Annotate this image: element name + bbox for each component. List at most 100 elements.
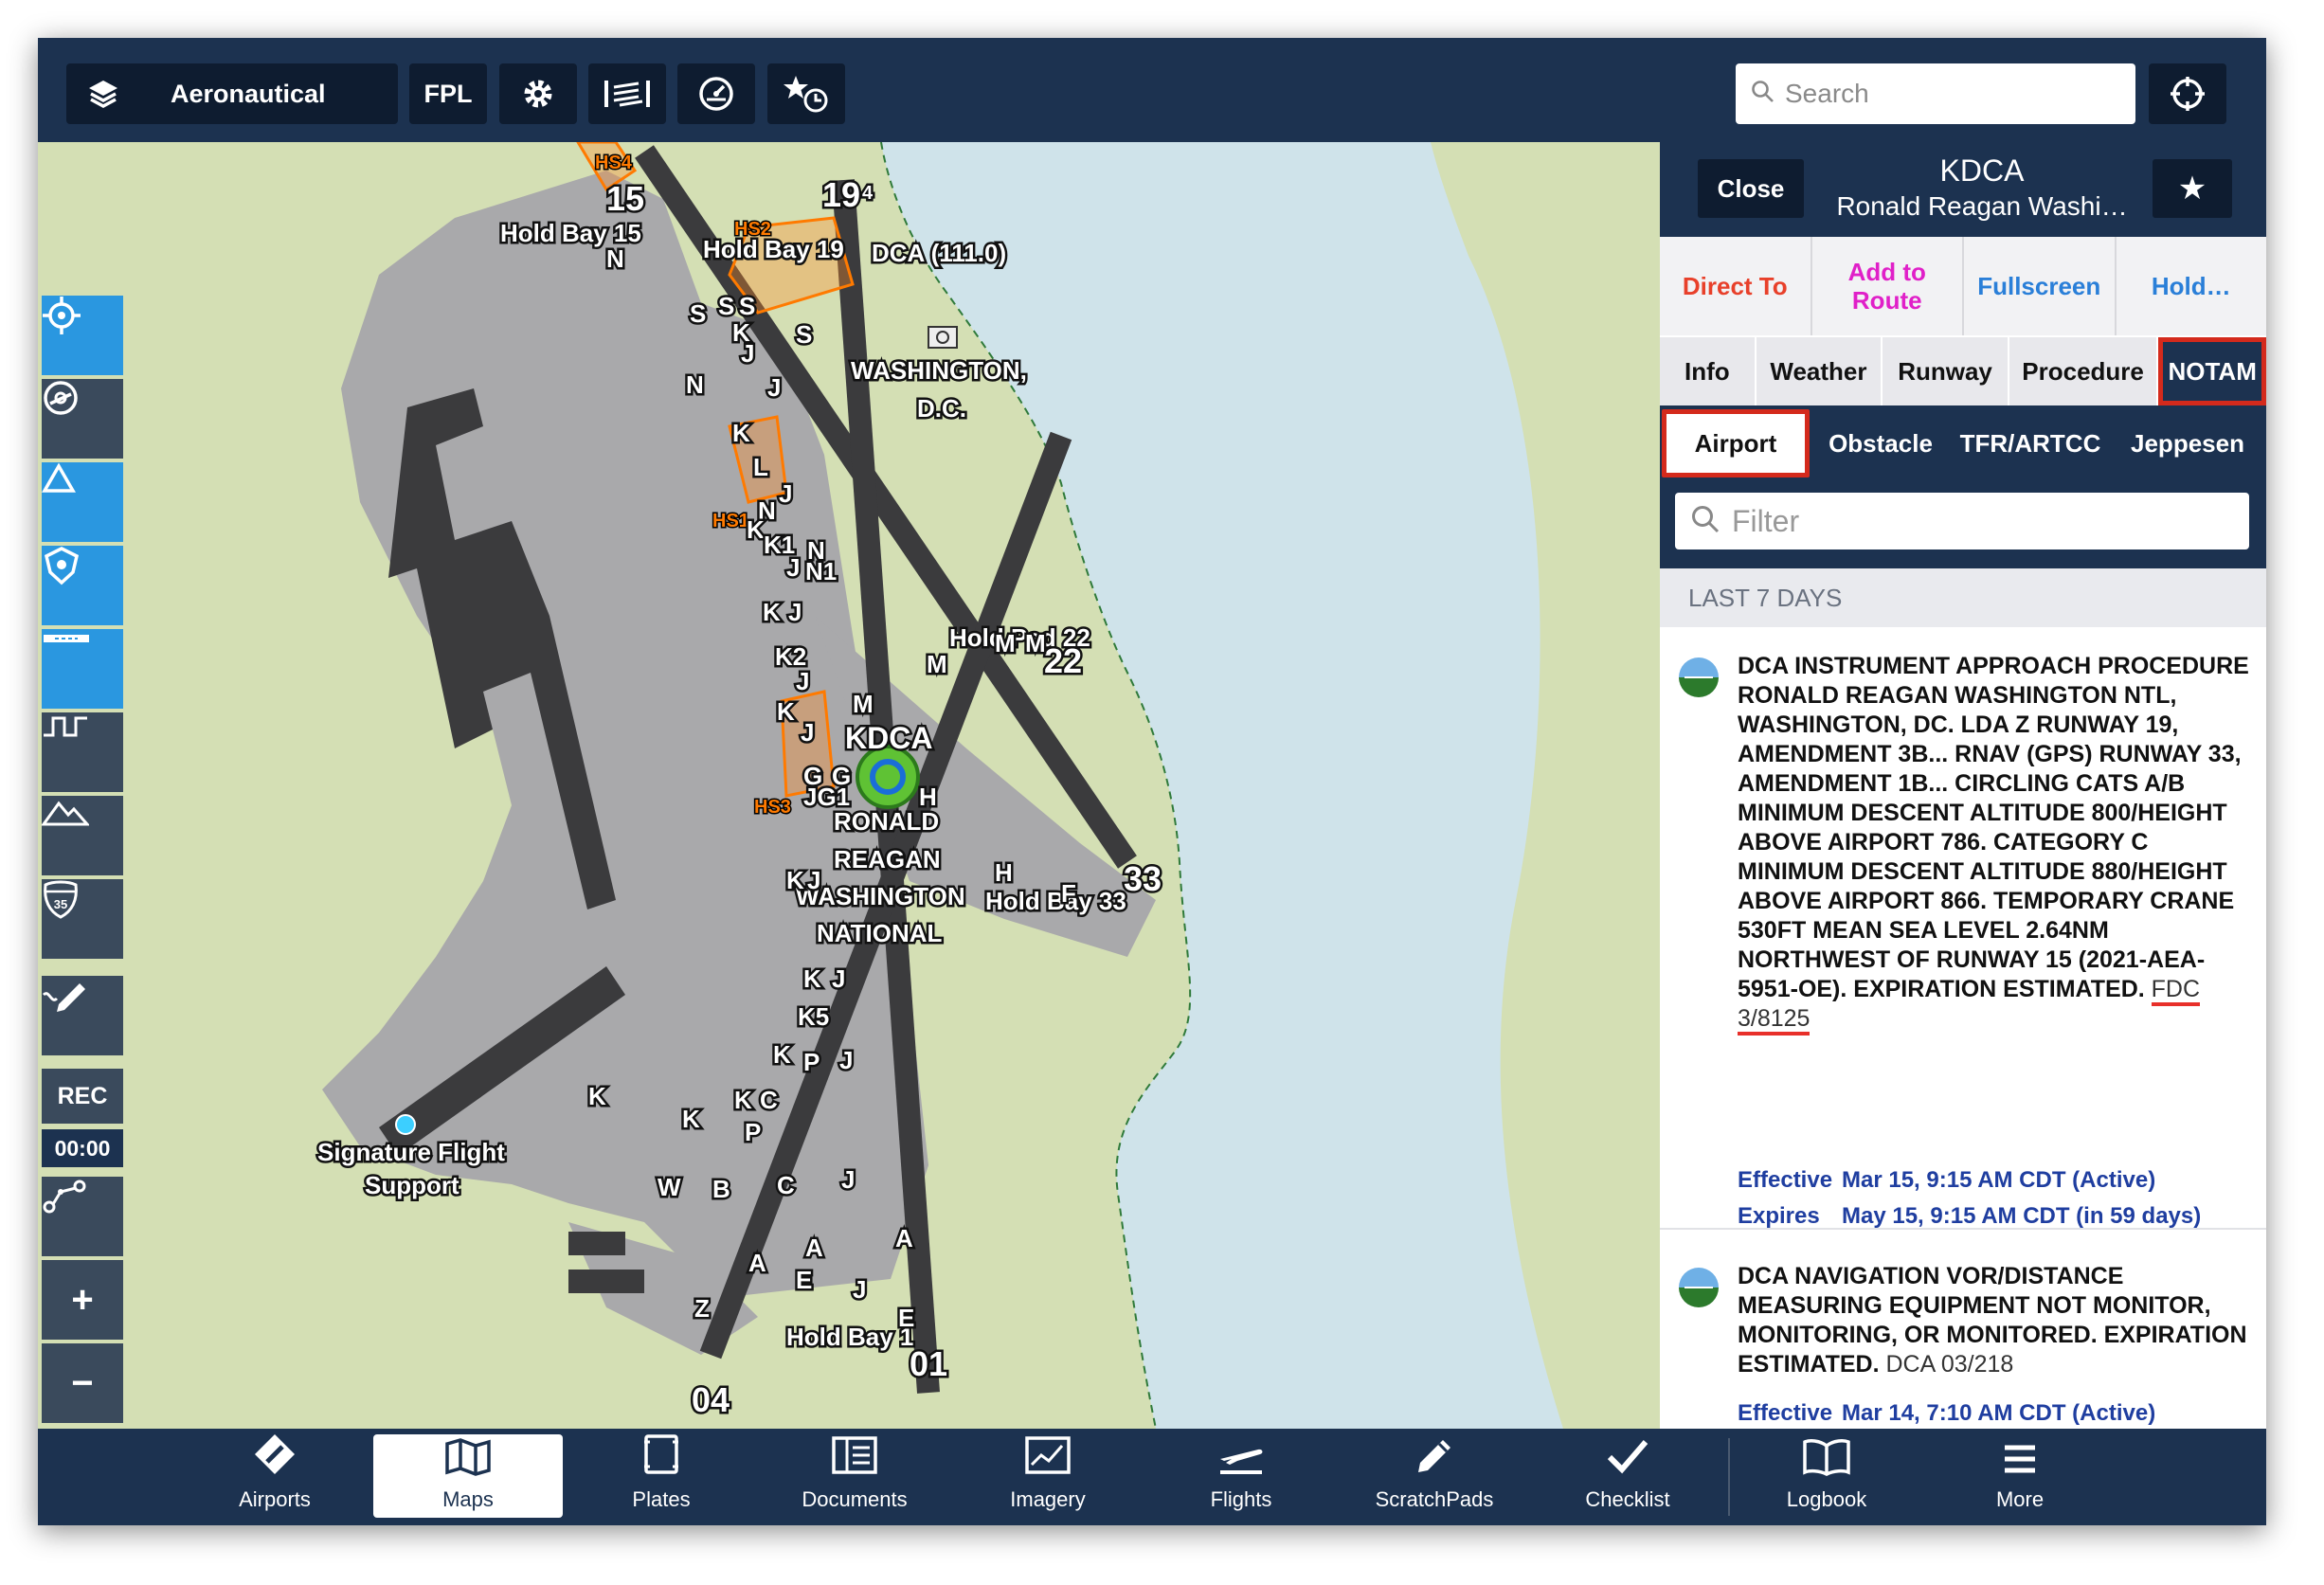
taxiway-label: K (773, 1040, 791, 1069)
checkmark-icon (1606, 1436, 1649, 1487)
settings-button[interactable] (499, 63, 577, 124)
zoom-out-button[interactable]: − (42, 1343, 123, 1423)
tab-label: Airports (239, 1487, 311, 1511)
label-airport-name-2: REAGAN (834, 845, 941, 874)
subtab-obstacle[interactable]: Obstacle (1810, 405, 1952, 481)
taxiway-label: J (832, 964, 845, 993)
taxiway-label: M (927, 650, 947, 678)
tab-logbook[interactable]: Logbook (1732, 1434, 1921, 1518)
label-airport-name-3: WASHINGTON (796, 882, 965, 910)
gear-icon (520, 76, 556, 112)
tab-procedure[interactable]: Procedure (2009, 337, 2159, 405)
record-button[interactable]: REC (42, 1069, 123, 1124)
label-rwy-15: 15 (606, 179, 644, 218)
notam-effective: Effective Mar 14, 7:10 AM CDT (Active) (1738, 1400, 2155, 1427)
add-to-route-button[interactable]: Add to Route (1812, 237, 1964, 335)
airport-map[interactable]: Hold Bay 15 Hold Bay 19 DCA (111.0) WASH… (38, 142, 1660, 1429)
favorites-recents-button[interactable] (767, 63, 845, 124)
zoom-in-button[interactable]: + (42, 1260, 123, 1340)
taxiway-label: K (732, 419, 750, 447)
label-airport-name-4: NATIONAL (817, 919, 943, 947)
annotate-button[interactable] (42, 976, 123, 1055)
search-icon (1690, 504, 1720, 539)
tab-more[interactable]: More (1925, 1434, 2115, 1518)
documents-icon (831, 1434, 878, 1487)
fbo-marker[interactable] (395, 1114, 416, 1135)
filter-box[interactable] (1675, 493, 2249, 549)
tab-scratchpads[interactable]: ScratchPads (1340, 1434, 1529, 1518)
zoom-out-label: − (71, 1361, 94, 1404)
notam-item[interactable]: DCA INSTRUMENT APPROACH PROCEDURE RONALD… (1660, 650, 2266, 1230)
fullscreen-button[interactable]: Fullscreen (1964, 237, 2117, 335)
airport-filter-button[interactable] (42, 546, 123, 625)
tab-weather[interactable]: Weather (1757, 337, 1883, 405)
notam-effective: Effective Mar 15, 9:15 AM CDT (Active) (1738, 1167, 2155, 1194)
search-input[interactable] (1783, 78, 2118, 110)
taxiway-label: P (745, 1118, 761, 1146)
tab-airports[interactable]: Airports (180, 1434, 369, 1518)
tab-label: Plates (632, 1487, 691, 1511)
taxiway-label: F (1061, 879, 1076, 908)
instruments-button[interactable] (677, 63, 755, 124)
notam-text: DCA INSTRUMENT APPROACH PROCEDURE RONALD… (1738, 652, 2249, 1036)
vor-symbol (928, 326, 958, 349)
layers-icon (87, 78, 119, 110)
tab-maps[interactable]: Maps (373, 1434, 563, 1518)
label-hs1: HS1 (712, 511, 749, 531)
favorite-button[interactable]: ★ (2153, 159, 2232, 218)
tab-notam[interactable]: NOTAM (2158, 337, 2266, 405)
tab-label: Checklist (1585, 1487, 1670, 1511)
airport-diagram: Hold Bay 15 Hold Bay 19 DCA (111.0) WASH… (38, 142, 1660, 1429)
tab-documents[interactable]: Documents (760, 1434, 949, 1518)
tab-label: Imagery (1010, 1487, 1086, 1511)
wind-icon (601, 78, 654, 110)
direct-to-button[interactable]: Direct To (1660, 237, 1812, 335)
tab-checklist[interactable]: Checklist (1533, 1434, 1722, 1518)
terrain-button[interactable] (42, 796, 123, 875)
tab-flights[interactable]: Flights (1146, 1434, 1336, 1518)
taxiway-label: L (753, 453, 768, 481)
subtab-airport[interactable]: Airport (1662, 409, 1810, 477)
top-toolbar: Aeronautical FPL (38, 38, 2266, 142)
taxiway-label: H (995, 858, 1013, 887)
tab-runway[interactable]: Runway (1883, 337, 2009, 405)
taxiway-label: J (807, 866, 820, 894)
close-button[interactable]: Close (1698, 159, 1804, 218)
label-rwy-19: 19 (822, 175, 860, 214)
hangar-1 (568, 1232, 625, 1255)
airport-info-panel: Close KDCA Ronald Reagan Washi… ★ Direct… (1660, 142, 2266, 1429)
taxiway-label: K (682, 1105, 700, 1133)
traffic-button[interactable] (42, 462, 123, 542)
airport-symbol[interactable] (856, 745, 920, 809)
tab-info[interactable]: Info (1660, 337, 1757, 405)
tab-divider (1728, 1438, 1730, 1516)
wind-layer-button[interactable] (588, 63, 666, 124)
search-box[interactable] (1736, 63, 2135, 124)
layer-selector-button[interactable]: Aeronautical (66, 63, 398, 124)
taxiway-label: N1 (805, 557, 837, 585)
highway-button[interactable]: 35 (42, 879, 123, 959)
filter-input[interactable] (1730, 502, 2226, 540)
label-rwy-01: 01 (910, 1344, 947, 1383)
tab-imagery[interactable]: Imagery (953, 1434, 1143, 1518)
taxiway-label: K (803, 964, 821, 993)
app-window: Aeronautical FPL Search Hold Bay 15 Hold… (38, 38, 2266, 1525)
profile-view-button[interactable] (42, 712, 123, 792)
compass-button[interactable] (42, 379, 123, 459)
fpl-button[interactable]: FPL (409, 63, 487, 124)
subtab-tfr-artcc[interactable]: TFR/ARTCC (1952, 405, 2109, 481)
record-timer: 00:00 (42, 1129, 123, 1167)
route-edit-button[interactable] (42, 1177, 123, 1256)
imagery-icon (1024, 1434, 1072, 1487)
airport-diamond-icon (253, 1432, 297, 1487)
track-up-button[interactable] (42, 296, 123, 375)
zoom-in-label: + (71, 1278, 94, 1321)
location-button[interactable] (2149, 63, 2226, 124)
map-icon (444, 1438, 492, 1487)
taxiway-label: S (690, 299, 706, 328)
hold-button[interactable]: Hold… (2117, 237, 2267, 335)
runway-extension-button[interactable] (42, 629, 123, 709)
tab-plates[interactable]: Plates (567, 1434, 756, 1518)
notam-item[interactable]: DCA NAVIGATION VOR/DISTANCE MEASURING EQ… (1660, 1260, 2266, 1429)
subtab-jeppesen[interactable]: Jeppesen (2109, 405, 2266, 481)
